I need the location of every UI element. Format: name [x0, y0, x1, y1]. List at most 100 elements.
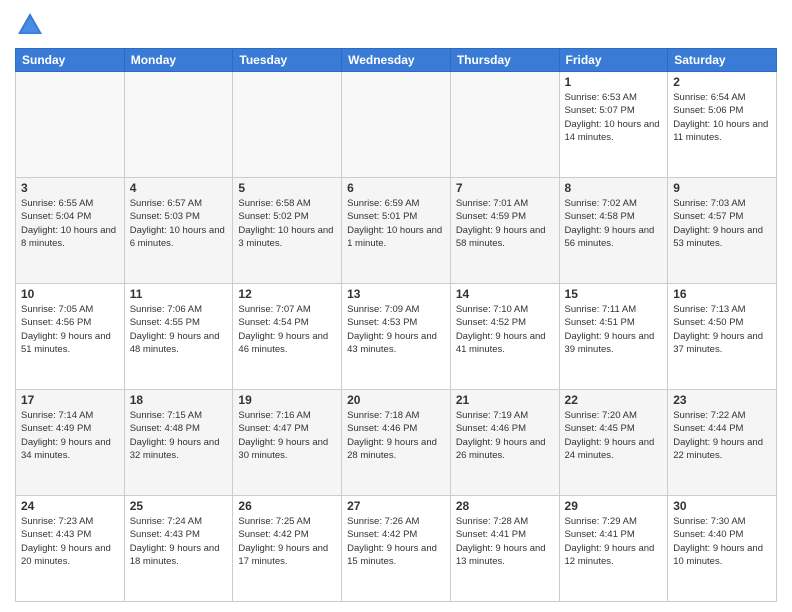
calendar-header-sunday: Sunday	[16, 49, 125, 72]
day-number: 24	[21, 499, 119, 513]
day-number: 4	[130, 181, 228, 195]
calendar-cell-2-5: 7 Sunrise: 7:01 AM Sunset: 4:59 PM Daylig…	[450, 178, 559, 284]
day-info: Sunrise: 6:55 AM Sunset: 5:04 PM Dayligh…	[21, 197, 119, 250]
day-info: Sunrise: 7:02 AM Sunset: 4:58 PM Dayligh…	[565, 197, 663, 250]
calendar-cell-1-6: 1Sunrise: 6:53 AM Sunset: 5:07 PM Daylig…	[559, 72, 668, 178]
day-info: Sunrise: 7:20 AM Sunset: 4:45 PM Dayligh…	[565, 409, 663, 462]
calendar-cell-3-6: 15 Sunrise: 7:11 AM Sunset: 4:51 PM Dayli…	[559, 284, 668, 390]
calendar-week-3: 10Sunrise: 7:05 AM Sunset: 4:56 PM Dayli…	[16, 284, 777, 390]
calendar-cell-3-4: 13 Sunrise: 7:09 AM Sunset: 4:53 PM Dayli…	[342, 284, 451, 390]
calendar-cell-4-7: 23Sunrise: 7:22 AM Sunset: 4:44 PM Dayli…	[668, 390, 777, 496]
day-number: 8	[565, 181, 663, 195]
day-info: Sunrise: 7:07 AM Sunset: 4:54 PM Dayligh…	[238, 303, 336, 356]
day-number: 1	[565, 75, 663, 89]
calendar-cell-5-7: 30 Sunrise: 7:30 AM Sunset: 4:40 PM Dayli…	[668, 496, 777, 602]
calendar-cell-2-1: 3 Sunrise: 6:55 AM Sunset: 5:04 PM Daylig…	[16, 178, 125, 284]
day-number: 7	[456, 181, 554, 195]
logo-icon	[15, 10, 45, 40]
calendar-cell-5-3: 26Sunrise: 7:25 AM Sunset: 4:42 PM Dayli…	[233, 496, 342, 602]
day-number: 30	[673, 499, 771, 513]
day-info: Sunrise: 6:58 AM Sunset: 5:02 PM Dayligh…	[238, 197, 336, 250]
calendar-cell-4-6: 22 Sunrise: 7:20 AM Sunset: 4:45 PM Dayli…	[559, 390, 668, 496]
calendar-header-tuesday: Tuesday	[233, 49, 342, 72]
calendar-cell-4-1: 17 Sunrise: 7:14 AM Sunset: 4:49 PM Dayli…	[16, 390, 125, 496]
day-info: Sunrise: 7:03 AM Sunset: 4:57 PM Dayligh…	[673, 197, 771, 250]
day-number: 3	[21, 181, 119, 195]
day-info: Sunrise: 7:29 AM Sunset: 4:41 PM Dayligh…	[565, 515, 663, 568]
calendar-header-row: SundayMondayTuesdayWednesdayThursdayFrid…	[16, 49, 777, 72]
calendar-cell-2-3: 5 Sunrise: 6:58 AM Sunset: 5:02 PM Daylig…	[233, 178, 342, 284]
calendar-cell-4-2: 18 Sunrise: 7:15 AM Sunset: 4:48 PM Dayli…	[124, 390, 233, 496]
day-number: 19	[238, 393, 336, 407]
calendar-cell-3-7: 16 Sunrise: 7:13 AM Sunset: 4:50 PM Dayli…	[668, 284, 777, 390]
day-info: Sunrise: 7:30 AM Sunset: 4:40 PM Dayligh…	[673, 515, 771, 568]
calendar-cell-2-7: 9 Sunrise: 7:03 AM Sunset: 4:57 PM Daylig…	[668, 178, 777, 284]
day-number: 29	[565, 499, 663, 513]
calendar-cell-3-2: 11Sunrise: 7:06 AM Sunset: 4:55 PM Dayli…	[124, 284, 233, 390]
day-info: Sunrise: 6:59 AM Sunset: 5:01 PM Dayligh…	[347, 197, 445, 250]
calendar-cell-1-2	[124, 72, 233, 178]
day-info: Sunrise: 7:14 AM Sunset: 4:49 PM Dayligh…	[21, 409, 119, 462]
day-number: 21	[456, 393, 554, 407]
day-number: 9	[673, 181, 771, 195]
day-number: 28	[456, 499, 554, 513]
calendar-cell-5-1: 24 Sunrise: 7:23 AM Sunset: 4:43 PM Dayli…	[16, 496, 125, 602]
day-number: 14	[456, 287, 554, 301]
calendar-header-wednesday: Wednesday	[342, 49, 451, 72]
calendar-cell-5-4: 27 Sunrise: 7:26 AM Sunset: 4:42 PM Dayli…	[342, 496, 451, 602]
day-info: Sunrise: 7:23 AM Sunset: 4:43 PM Dayligh…	[21, 515, 119, 568]
day-info: Sunrise: 7:11 AM Sunset: 4:51 PM Dayligh…	[565, 303, 663, 356]
day-info: Sunrise: 7:06 AM Sunset: 4:55 PM Dayligh…	[130, 303, 228, 356]
calendar-cell-5-6: 29 Sunrise: 7:29 AM Sunset: 4:41 PM Dayli…	[559, 496, 668, 602]
day-info: Sunrise: 6:57 AM Sunset: 5:03 PM Dayligh…	[130, 197, 228, 250]
day-number: 2	[673, 75, 771, 89]
calendar-cell-5-2: 25 Sunrise: 7:24 AM Sunset: 4:43 PM Dayli…	[124, 496, 233, 602]
calendar-table: SundayMondayTuesdayWednesdayThursdayFrid…	[15, 48, 777, 602]
calendar-cell-5-5: 28Sunrise: 7:28 AM Sunset: 4:41 PM Dayli…	[450, 496, 559, 602]
day-info: Sunrise: 7:13 AM Sunset: 4:50 PM Dayligh…	[673, 303, 771, 356]
day-info: Sunrise: 6:54 AM Sunset: 5:06 PM Dayligh…	[673, 91, 771, 144]
calendar-cell-1-7: 2 Sunrise: 6:54 AM Sunset: 5:06 PM Daylig…	[668, 72, 777, 178]
calendar-cell-3-5: 14 Sunrise: 7:10 AM Sunset: 4:52 PM Dayli…	[450, 284, 559, 390]
day-info: Sunrise: 7:10 AM Sunset: 4:52 PM Dayligh…	[456, 303, 554, 356]
day-number: 17	[21, 393, 119, 407]
day-info: Sunrise: 7:01 AM Sunset: 4:59 PM Dayligh…	[456, 197, 554, 250]
calendar-cell-3-3: 12 Sunrise: 7:07 AM Sunset: 4:54 PM Dayli…	[233, 284, 342, 390]
calendar-cell-1-4	[342, 72, 451, 178]
calendar-cell-2-2: 4 Sunrise: 6:57 AM Sunset: 5:03 PM Daylig…	[124, 178, 233, 284]
day-number: 22	[565, 393, 663, 407]
day-number: 27	[347, 499, 445, 513]
calendar-week-1: 1Sunrise: 6:53 AM Sunset: 5:07 PM Daylig…	[16, 72, 777, 178]
day-info: Sunrise: 7:18 AM Sunset: 4:46 PM Dayligh…	[347, 409, 445, 462]
logo	[15, 10, 51, 40]
day-number: 15	[565, 287, 663, 301]
calendar-cell-2-4: 6Sunrise: 6:59 AM Sunset: 5:01 PM Daylig…	[342, 178, 451, 284]
day-info: Sunrise: 7:15 AM Sunset: 4:48 PM Dayligh…	[130, 409, 228, 462]
day-number: 12	[238, 287, 336, 301]
day-info: Sunrise: 7:24 AM Sunset: 4:43 PM Dayligh…	[130, 515, 228, 568]
day-number: 26	[238, 499, 336, 513]
calendar-cell-1-1	[16, 72, 125, 178]
calendar-cell-4-5: 21 Sunrise: 7:19 AM Sunset: 4:46 PM Dayli…	[450, 390, 559, 496]
calendar-cell-4-3: 19Sunrise: 7:16 AM Sunset: 4:47 PM Dayli…	[233, 390, 342, 496]
calendar-header-thursday: Thursday	[450, 49, 559, 72]
day-number: 16	[673, 287, 771, 301]
calendar-week-5: 24 Sunrise: 7:23 AM Sunset: 4:43 PM Dayli…	[16, 496, 777, 602]
calendar-cell-2-6: 8 Sunrise: 7:02 AM Sunset: 4:58 PM Daylig…	[559, 178, 668, 284]
day-number: 20	[347, 393, 445, 407]
day-number: 10	[21, 287, 119, 301]
calendar-cell-4-4: 20 Sunrise: 7:18 AM Sunset: 4:46 PM Dayli…	[342, 390, 451, 496]
calendar-cell-1-3	[233, 72, 342, 178]
day-number: 13	[347, 287, 445, 301]
day-info: Sunrise: 7:09 AM Sunset: 4:53 PM Dayligh…	[347, 303, 445, 356]
page: SundayMondayTuesdayWednesdayThursdayFrid…	[0, 0, 792, 612]
day-number: 5	[238, 181, 336, 195]
day-info: Sunrise: 7:19 AM Sunset: 4:46 PM Dayligh…	[456, 409, 554, 462]
day-info: Sunrise: 7:26 AM Sunset: 4:42 PM Dayligh…	[347, 515, 445, 568]
calendar-header-saturday: Saturday	[668, 49, 777, 72]
day-info: Sunrise: 7:22 AM Sunset: 4:44 PM Dayligh…	[673, 409, 771, 462]
day-number: 25	[130, 499, 228, 513]
calendar-week-4: 17 Sunrise: 7:14 AM Sunset: 4:49 PM Dayli…	[16, 390, 777, 496]
day-number: 18	[130, 393, 228, 407]
header	[15, 10, 777, 40]
